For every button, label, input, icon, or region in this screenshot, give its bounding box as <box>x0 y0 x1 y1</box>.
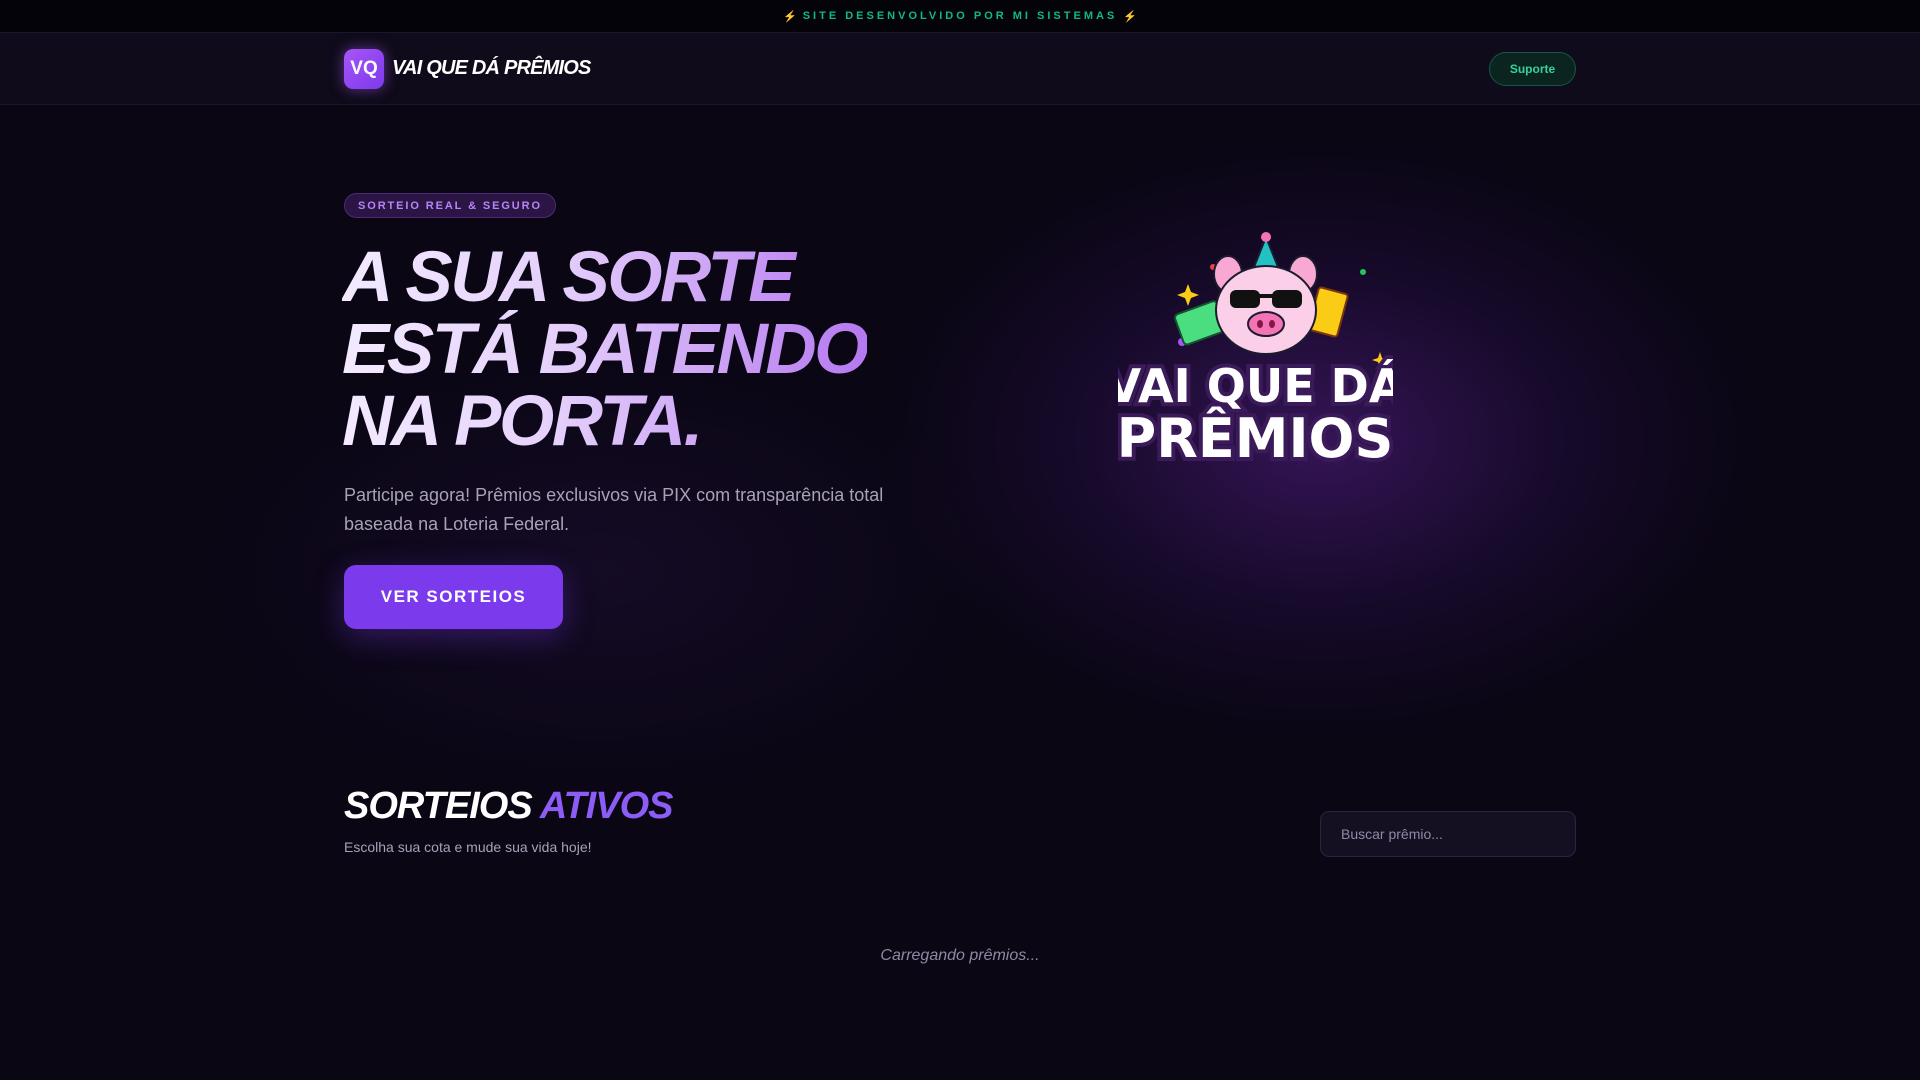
section-title: SORTEIOS ATIVOS <box>344 785 674 828</box>
site-header <box>0 32 1920 105</box>
hero-description: Participe agora! Prêmios exclusivos via … <box>344 485 884 534</box>
trust-badge: SORTEIO REAL & SEGURO <box>344 193 556 218</box>
section-subtitle: Escolha sua cota e mude sua vida hoje! <box>344 839 592 855</box>
logo-icon[interactable]: VQ <box>344 49 384 89</box>
logo-text[interactable]: VAI QUE DÁ PRÊMIOS <box>392 57 591 80</box>
pig-head <box>1215 265 1317 355</box>
hero-title-line: ESTÁ BATENDO <box>342 310 867 389</box>
hero-title-line: A SUA SORTE <box>342 238 794 317</box>
lightning-icon: ⚡ <box>1123 10 1137 23</box>
top-announcement-bar: ⚡ SITE DESENVOLVIDO POR MI SISTEMAS ⚡ <box>0 0 1920 32</box>
loading-text: Carregando prêmios... <box>880 947 1040 964</box>
sunglasses-icon <box>1230 290 1260 308</box>
section-title-accent: ATIVOS <box>539 785 674 827</box>
hero-title: A SUA SORTE ESTÁ BATENDO NA PORTA. <box>342 242 867 458</box>
confetti-dot <box>1360 269 1366 275</box>
support-button[interactable]: Suporte <box>1489 52 1576 86</box>
mascot-logo-image: VAI QUE DÁ PRÊMIOS <box>1118 232 1393 472</box>
sparkle-icon <box>1177 284 1199 306</box>
mascot-text-line2: PRÊMIOS <box>1118 407 1393 470</box>
hero-title-line: NA PORTA. <box>342 382 701 461</box>
mascot-text-line1: VAI QUE DÁ <box>1118 359 1393 413</box>
section-title-main: SORTEIOS <box>344 785 533 827</box>
announcement-text: SITE DESENVOLVIDO POR MI SISTEMAS <box>802 10 1118 22</box>
see-raffles-button[interactable]: VER SORTEIOS <box>344 565 563 629</box>
search-input[interactable] <box>1320 811 1576 857</box>
pig-snout <box>1247 311 1285 337</box>
lightning-icon: ⚡ <box>783 10 797 23</box>
